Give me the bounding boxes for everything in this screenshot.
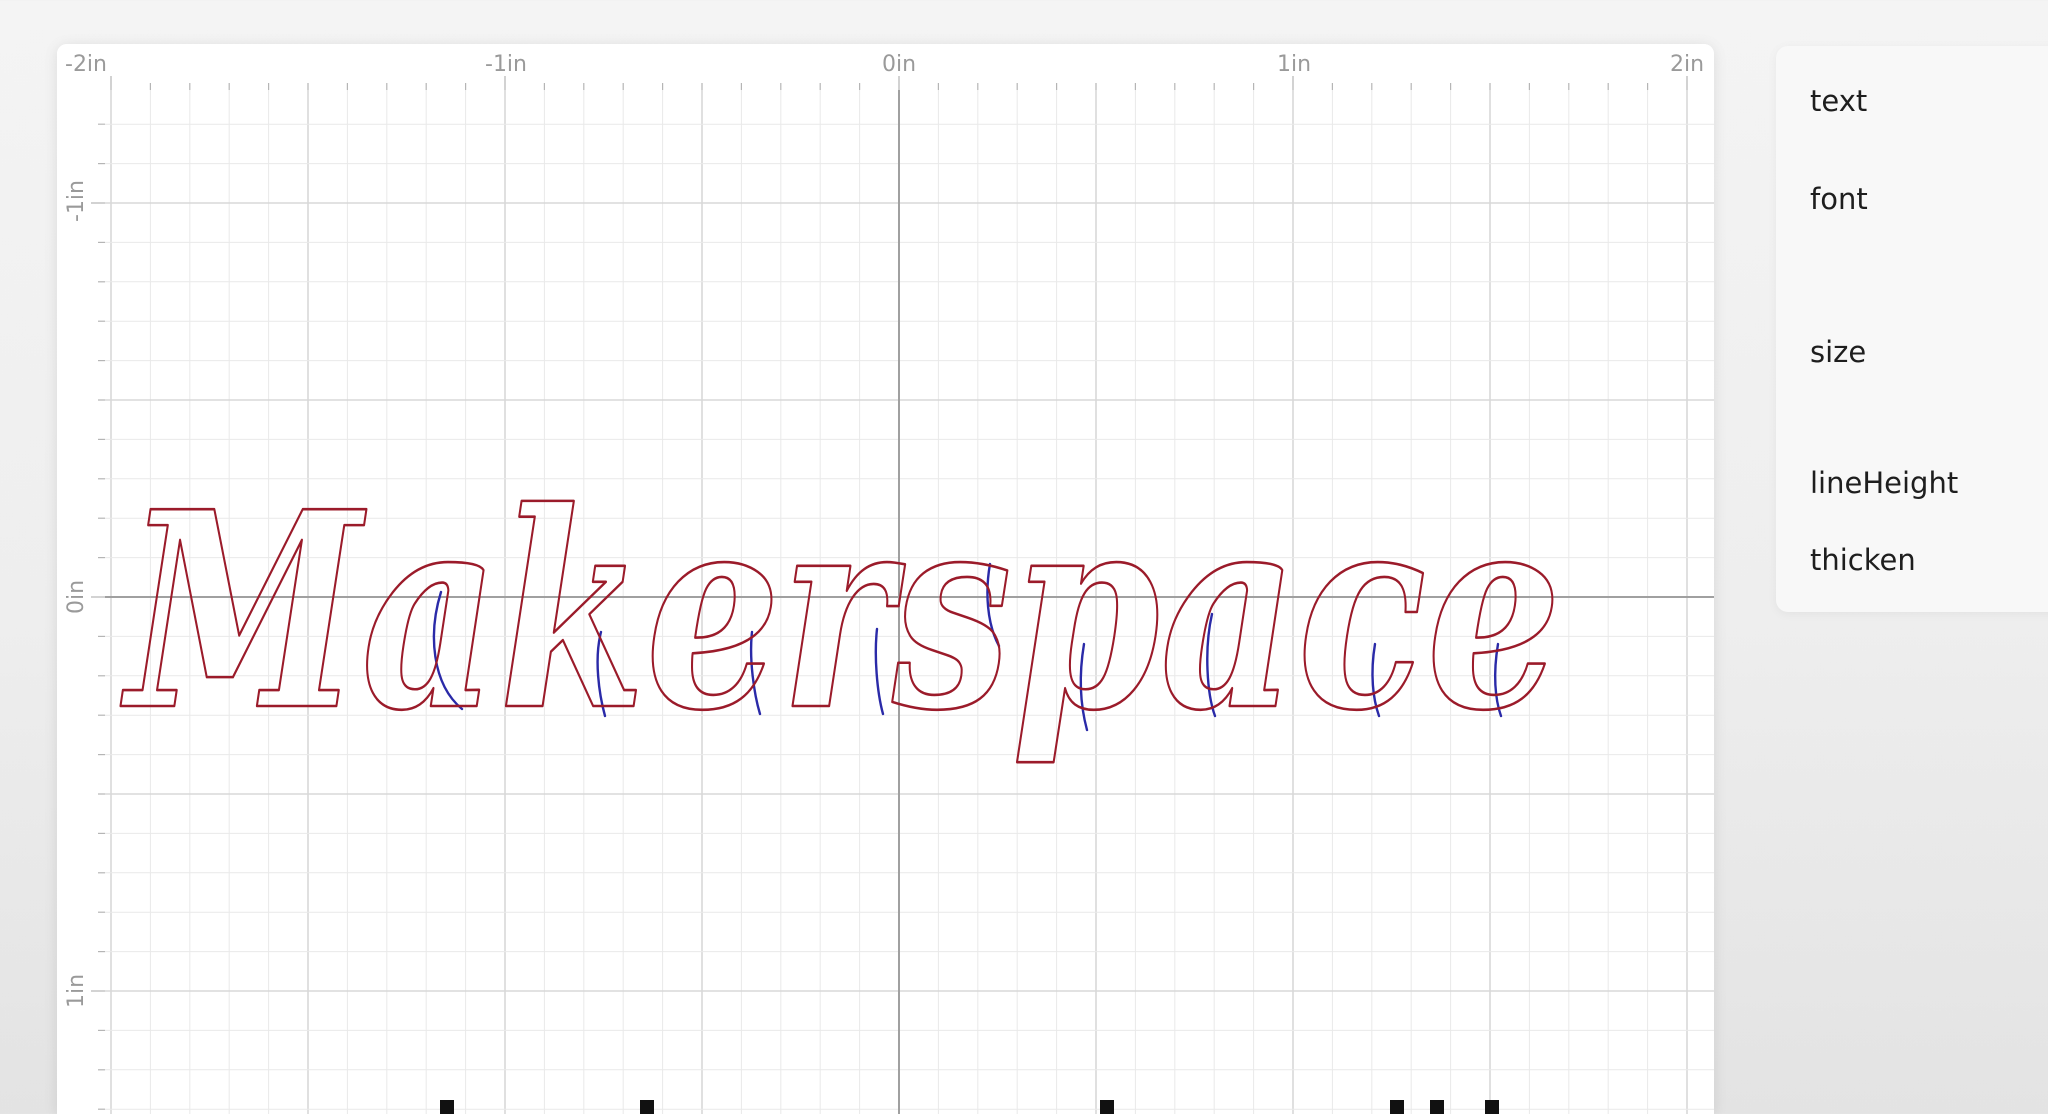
partial-glyph <box>1485 1100 1499 1114</box>
partial-glyph <box>640 1100 654 1114</box>
makerspace-outline-text[interactable]: Makerspace <box>119 451 1563 772</box>
y-ruler-label: 0in <box>64 580 89 614</box>
x-ruler-label: 2in <box>1670 52 1704 77</box>
x-ruler-label: -1in <box>485 52 527 77</box>
prop-label-thicken[interactable]: thicken <box>1810 543 1916 577</box>
properties-panel: text font size lineHeight thicken <box>1776 46 2048 612</box>
x-ruler-label: 0in <box>882 52 916 77</box>
design-canvas[interactable]: -2in -1in 0in 1in 2in -1in 0in 1in Maker… <box>57 44 1714 1114</box>
partial-glyph <box>1390 1100 1404 1114</box>
y-ruler-label: -1in <box>64 180 89 222</box>
x-ruler-label: -2in <box>65 52 107 77</box>
prop-label-size[interactable]: size <box>1810 335 1866 369</box>
prop-label-lineheight[interactable]: lineHeight <box>1810 466 1958 500</box>
partial-glyph <box>1430 1100 1444 1114</box>
canvas-svg[interactable]: -2in -1in 0in 1in 2in -1in 0in 1in Maker… <box>57 44 1714 1114</box>
prop-label-text[interactable]: text <box>1810 84 1867 118</box>
prop-label-font[interactable]: font <box>1810 182 1868 216</box>
y-ruler-label: 1in <box>64 974 89 1008</box>
partial-glyph <box>440 1100 454 1114</box>
partial-glyph <box>1100 1100 1114 1114</box>
partial-content-below <box>400 1100 1700 1114</box>
makerspace-artwork[interactable]: Makerspace <box>119 451 1563 772</box>
x-ruler-label: 1in <box>1277 52 1311 77</box>
